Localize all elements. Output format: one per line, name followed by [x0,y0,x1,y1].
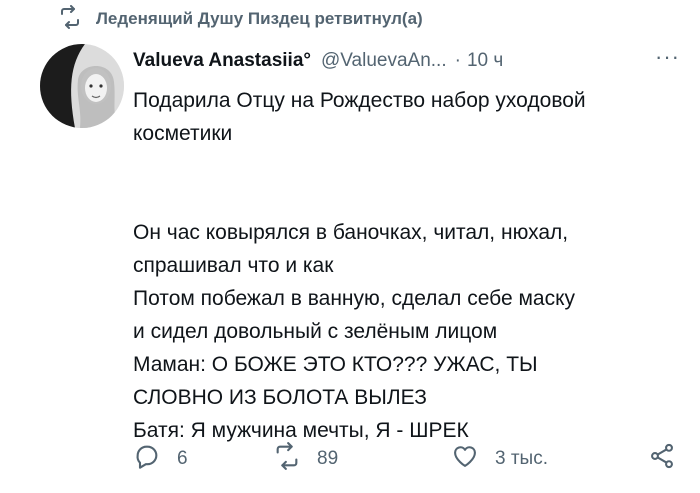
reply-icon [133,442,161,476]
display-name[interactable]: Valueva Anastasiia° [133,50,311,72]
tweet-line: косметики [133,122,233,145]
tweet-line: СЛОВНО ИЗ БОЛОТА ВЫЛЕЗ [133,386,427,409]
timestamp[interactable]: 10 ч [467,50,503,72]
share-icon [648,442,676,476]
retweet-context-text: Леденящий Душу Пиздец ретвитнул(а) [96,9,423,28]
retweet-icon [58,4,82,34]
heart-icon [451,442,479,476]
reply-count: 6 [177,448,188,469]
retweet-button[interactable]: 89 [273,442,338,476]
tweet-line: Он час ковырялся в баночках, читал, нюха… [133,221,569,244]
more-options-icon[interactable]: ··· [655,46,680,70]
share-button[interactable] [648,442,676,476]
user-handle[interactable]: @ValuevaAn... [321,50,447,72]
like-button[interactable]: 3 тыс. [451,442,548,476]
tweet-body: Подарила Отцу на Рождество набор уходово… [133,84,688,447]
tweet-line: Потом побежал в ванную, сделал себе маск… [133,287,575,310]
reply-button[interactable]: 6 [133,442,188,476]
like-count: 3 тыс. [495,448,548,469]
tweet-line: Подарила Отцу на Рождество набор уходово… [133,89,586,112]
separator-dot: · [454,50,461,71]
tweet-header: Valueva Anastasiia° @ValuevaAn... · 10 ч… [133,46,680,72]
retweet-context[interactable]: Леденящий Душу Пиздец ретвитнул(а) [58,4,423,34]
retweet-icon [273,442,301,476]
tweet-actions: 6 89 3 тыс. [133,442,688,482]
tweet-line: Маман: О БОЖЕ ЭТО КТО??? УЖАС, ТЫ [133,353,538,376]
avatar[interactable] [40,44,124,128]
tweet-line: спрашивал что и как [133,254,334,277]
tweet-line: и сидел довольный с зелёным лицом [133,320,498,343]
retweet-count: 89 [317,448,339,469]
